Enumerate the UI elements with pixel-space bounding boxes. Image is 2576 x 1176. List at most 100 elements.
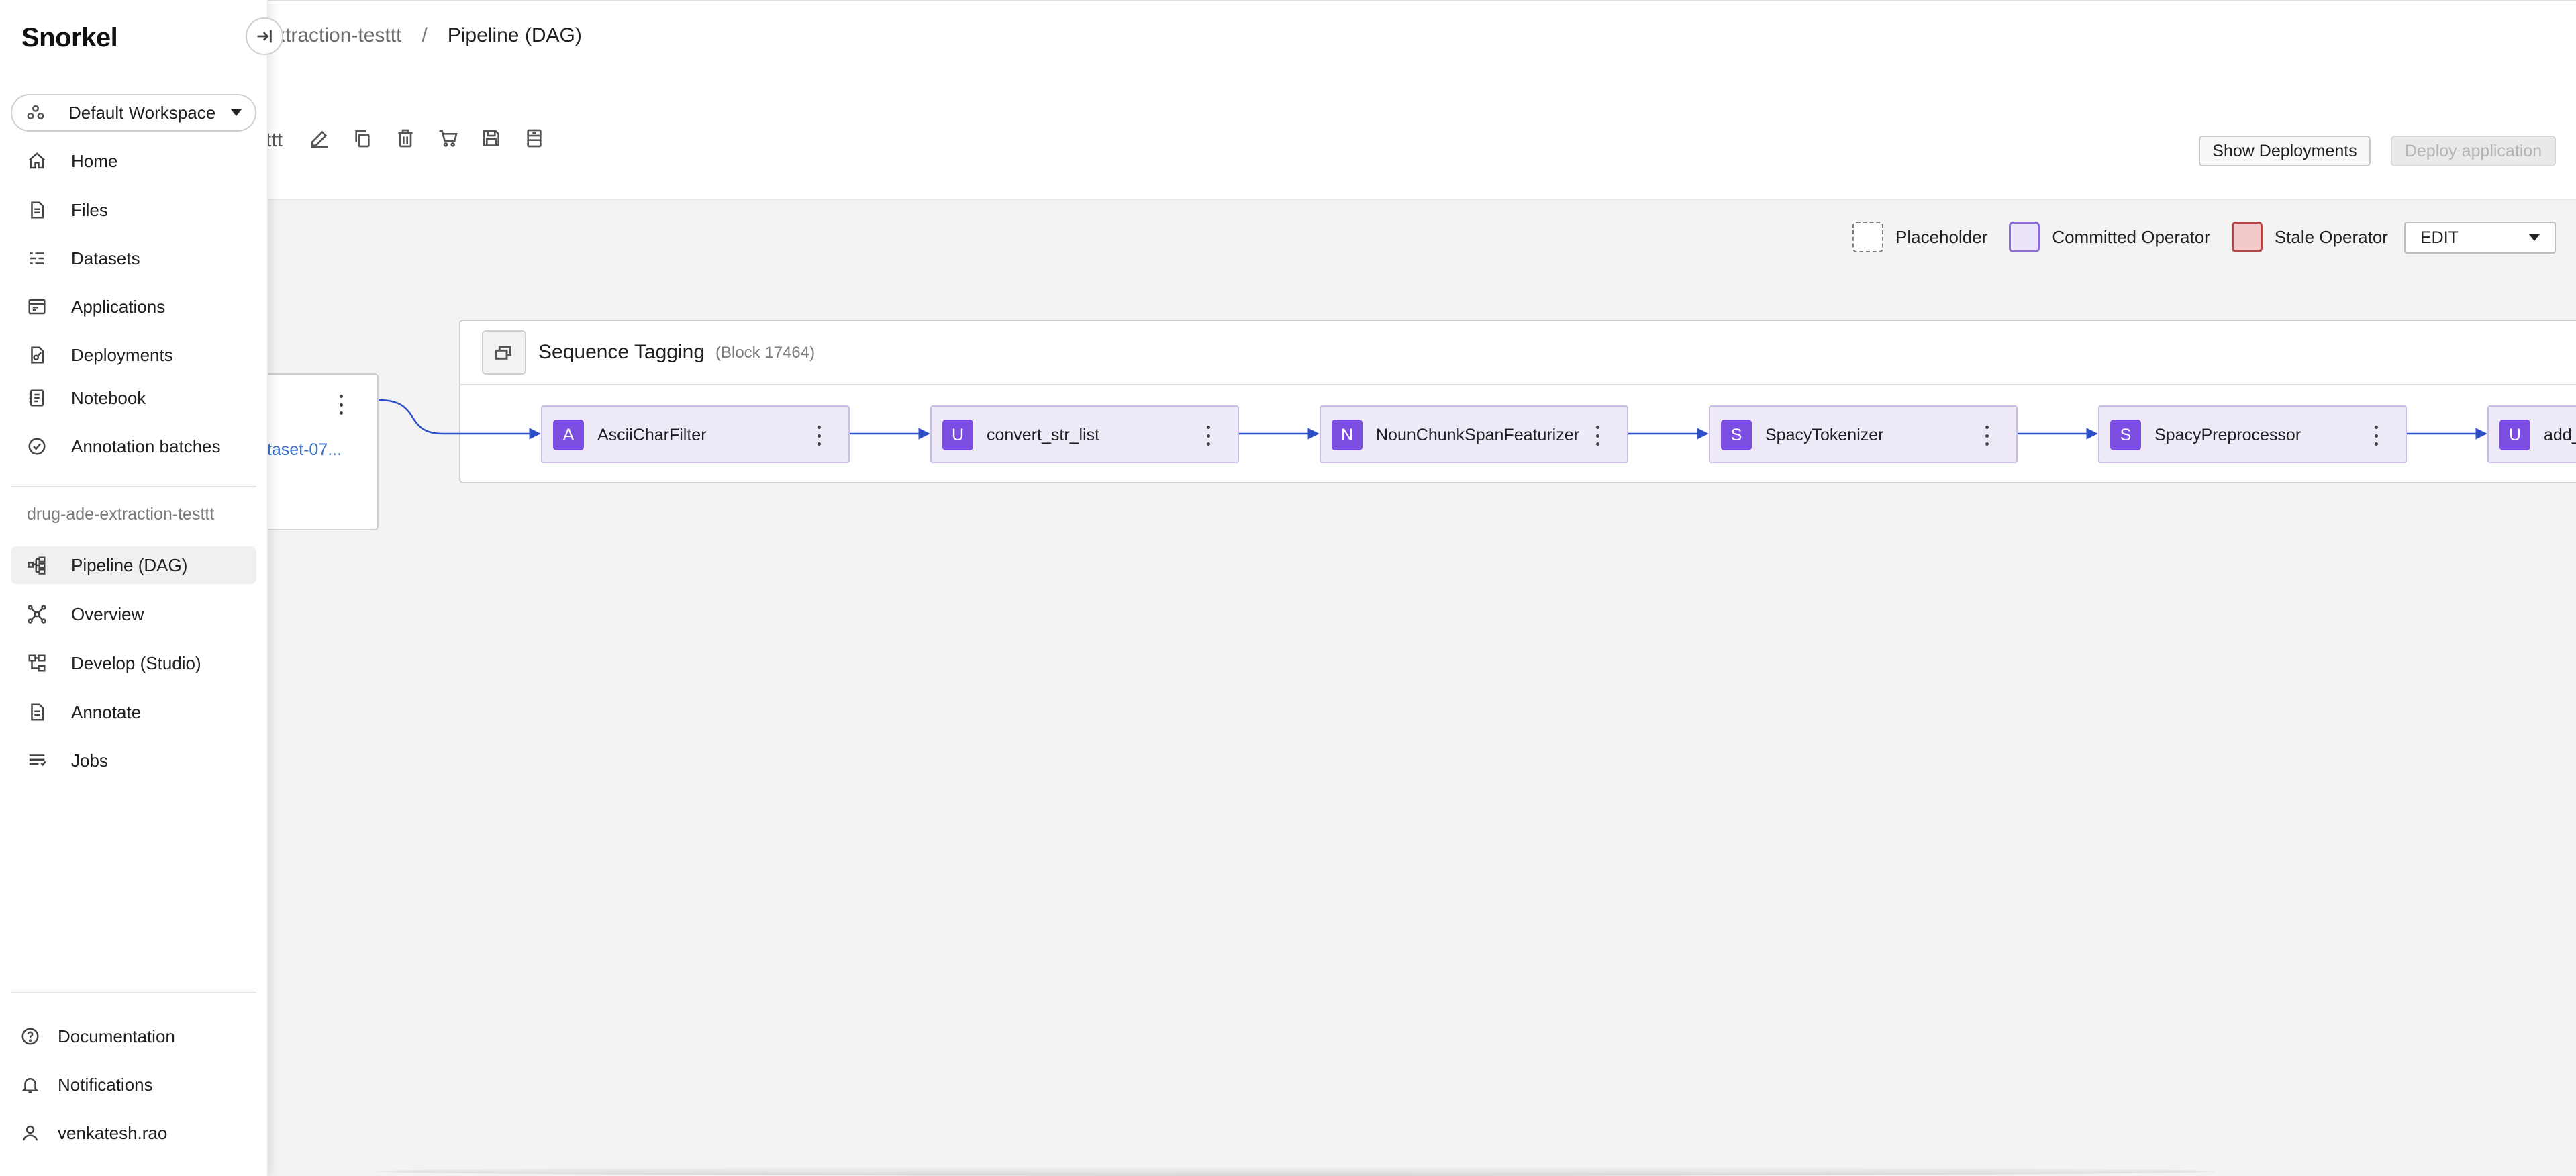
operator-name: AsciiCharFilter (597, 426, 707, 444)
sidebar-item-overview[interactable]: Overview (11, 595, 256, 633)
operator-menu-icon[interactable] (1591, 426, 1604, 446)
operator-badge: A (553, 420, 584, 450)
dataset-link[interactable]: ataset-07... (258, 440, 342, 460)
sidebar-divider (11, 486, 256, 487)
sidebar-item-label: Overview (71, 603, 144, 624)
operator-badge: U (2499, 420, 2530, 450)
operator-badge: N (1332, 420, 1363, 450)
block-collapse-icon[interactable] (482, 330, 526, 375)
sidebar-divider (11, 992, 256, 993)
sidebar-item-user[interactable]: venkatesh.rao (11, 1114, 256, 1152)
sidebar: Snorkel Default Workspace Home Files Dat… (0, 0, 268, 1176)
block-title: Sequence Tagging (538, 341, 705, 363)
breadcrumb-app-link[interactable]: xtraction-testtt (275, 24, 401, 47)
archive-icon[interactable] (521, 125, 548, 152)
operator-node[interactable]: S SpacyPreprocessor (2098, 405, 2407, 463)
sidebar-item-label: Home (71, 150, 118, 171)
annotate-icon (31, 703, 44, 721)
operator-node[interactable]: U convert_str_list (930, 405, 1239, 463)
operator-name: add_ (2544, 426, 2576, 444)
copy-icon[interactable] (349, 125, 376, 152)
delete-icon[interactable] (392, 125, 419, 152)
bottom-shadow (376, 1167, 2215, 1176)
operator-node[interactable]: U add_ (2487, 405, 2576, 463)
snorkel-logo: Snorkel (21, 23, 118, 52)
sidebar-item-notifications[interactable]: Notifications (11, 1066, 256, 1104)
jobs-icon (29, 754, 46, 767)
cart-icon[interactable] (435, 125, 462, 152)
annotation-batches-icon (28, 438, 46, 455)
workspace-icon (27, 105, 44, 119)
sidebar-item-applications[interactable]: Applications (11, 288, 256, 326)
collapse-sidebar-button[interactable] (246, 17, 283, 55)
notebook-icon (29, 389, 44, 407)
breadcrumb-separator: / (422, 24, 428, 46)
deploy-application-button[interactable]: Deploy application (2391, 136, 2556, 166)
edit-icon[interactable] (306, 125, 333, 152)
collapse-icon (257, 30, 272, 43)
legend-placeholder-swatch (1852, 222, 1883, 252)
user-icon (22, 1125, 38, 1141)
show-deployments-button[interactable]: Show Deployments (2199, 136, 2371, 166)
sidebar-item-develop[interactable]: Develop (Studio) (11, 644, 256, 682)
operator-badge: S (2110, 420, 2141, 450)
operator-menu-icon[interactable] (1980, 426, 1993, 446)
block-id: (Block 17464) (715, 344, 815, 362)
main-area: xtraction-testtt / Pipeline (DAG) ttt Sh… (0, 0, 2576, 1176)
sidebar-item-home[interactable]: Home (11, 142, 256, 180)
develop-icon (28, 654, 46, 672)
sidebar-item-label: Documentation (58, 1026, 175, 1046)
sidebar-item-label: Datasets (71, 248, 140, 268)
block-header: Sequence Tagging (Block 17464) (460, 321, 2576, 385)
sidebar-item-files[interactable]: Files (11, 191, 256, 229)
sidebar-item-annotation-batches[interactable]: Annotation batches (11, 428, 256, 465)
mode-select[interactable]: EDIT (2404, 222, 2556, 254)
workspace-selector[interactable]: Default Workspace (11, 94, 256, 132)
applications-icon (28, 299, 46, 315)
legend-stale-label: Stale Operator (2274, 226, 2388, 247)
sidebar-item-label: Annotate (71, 701, 142, 722)
breadcrumb-current: Pipeline (DAG) (447, 24, 582, 46)
save-icon[interactable] (478, 125, 505, 152)
chevron-down-icon (231, 109, 242, 116)
workspace-name: Default Workspace (68, 102, 216, 123)
sidebar-item-deployments[interactable]: Deployments (11, 336, 256, 374)
operator-menu-icon[interactable] (1201, 426, 1215, 446)
sidebar-item-pipeline[interactable]: Pipeline (DAG) (11, 546, 256, 584)
sidebar-item-label: Jobs (71, 750, 108, 771)
sidebar-item-datasets[interactable]: Datasets (11, 240, 256, 277)
file-icon (31, 201, 44, 219)
sidebar-item-label: Pipeline (DAG) (71, 554, 188, 575)
home-icon (28, 152, 46, 169)
sidebar-item-label: Deployments (71, 344, 173, 365)
operator-name: SpacyPreprocessor (2154, 426, 2301, 444)
sidebar-item-label: Applications (71, 296, 166, 317)
operator-menu-icon[interactable] (2369, 426, 2383, 446)
legend-stale-swatch (2231, 222, 2263, 252)
sidebar-item-notebook[interactable]: Notebook (11, 379, 256, 417)
datasets-icon (30, 252, 44, 264)
operator-name: SpacyTokenizer (1765, 426, 1884, 444)
sidebar-app-section-label: drug-ade-extraction-testtt (27, 505, 215, 524)
bell-icon (21, 1078, 40, 1093)
operator-badge: S (1721, 420, 1752, 450)
sidebar-item-label: Files (71, 199, 108, 220)
operator-node[interactable]: A AsciiCharFilter (541, 405, 850, 463)
pipeline-icon (28, 556, 46, 575)
sidebar-item-jobs[interactable]: Jobs (11, 742, 256, 779)
operator-menu-icon[interactable] (812, 426, 826, 446)
operator-name: NounChunkSpanFeaturizer (1376, 426, 1579, 444)
dataset-node-menu-icon[interactable] (334, 395, 348, 415)
sidebar-item-label: Notifications (58, 1074, 153, 1095)
top-border (0, 0, 2576, 1)
operator-name: convert_str_list (987, 426, 1100, 444)
legend: Placeholder Committed Operator Stale Ope… (1852, 222, 2410, 252)
sidebar-item-label: Annotation batches (71, 436, 221, 456)
sidebar-item-documentation[interactable]: Documentation (11, 1018, 256, 1055)
breadcrumb: xtraction-testtt / Pipeline (DAG) (275, 24, 582, 47)
sidebar-item-annotate[interactable]: Annotate (11, 693, 256, 731)
operator-node[interactable]: S SpacyTokenizer (1709, 405, 2018, 463)
overview-icon (28, 605, 46, 624)
operator-node[interactable]: N NounChunkSpanFeaturizer (1320, 405, 1628, 463)
sidebar-item-label: venkatesh.rao (58, 1122, 168, 1143)
